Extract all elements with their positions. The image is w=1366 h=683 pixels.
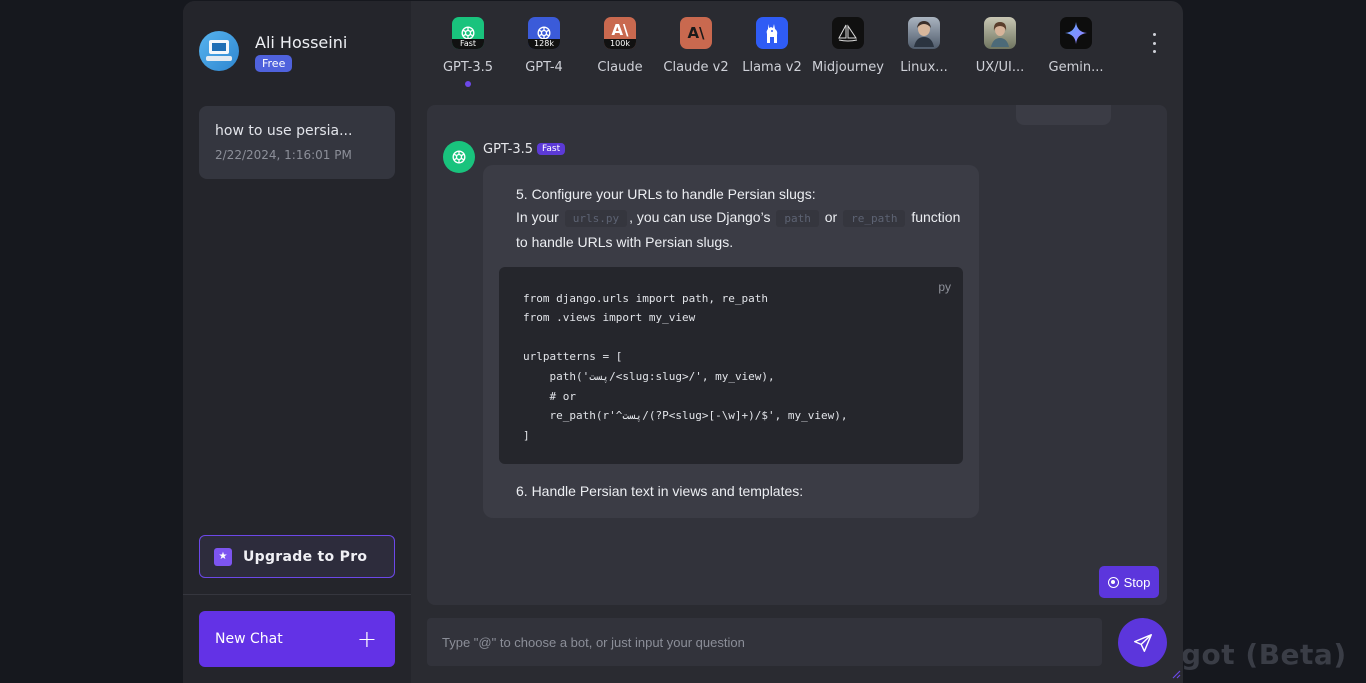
- bot-label: GPT-4: [525, 60, 563, 75]
- chat-history-title: how to use persia...: [215, 123, 353, 139]
- send-icon: [1133, 633, 1152, 652]
- stop-icon: [1107, 576, 1119, 588]
- stop-label: Stop: [1123, 574, 1151, 590]
- app-window: Ali Hosseini Free how to use persia... 2…: [183, 1, 1183, 683]
- bot-label: GPT-3.5: [442, 60, 494, 75]
- bot-selector-bar: Fast GPT-3.5 128k GPT-4 A\ 100k Claude A…: [428, 17, 1128, 97]
- chat-panel: GPT-3.5 Fast 5. Configure your URLs to h…: [427, 105, 1167, 605]
- code-line: from .views import my_view: [523, 311, 696, 324]
- bot-claude[interactable]: A\ 100k Claude: [580, 17, 660, 75]
- sparkle-icon: [1060, 17, 1092, 49]
- openai-icon: [443, 141, 475, 173]
- inline-code: path: [776, 210, 819, 227]
- upgrade-label: Upgrade to Pro: [243, 548, 368, 565]
- more-options-icon[interactable]: [1150, 33, 1158, 53]
- bot-ux-ui[interactable]: UX/UI...: [960, 17, 1040, 75]
- code-line: re_path(r'^پست/(?P<slug>[-\w]+)/$', my_v…: [523, 409, 848, 422]
- openai-icon: Fast: [452, 17, 484, 49]
- bot-llama-v2[interactable]: Llama v2: [732, 17, 812, 75]
- message-line: In your urls.py, you can use Django’s pa…: [516, 209, 960, 227]
- bot-tag: Fast: [452, 39, 484, 49]
- new-chat-label: New Chat: [215, 631, 283, 647]
- bookmark-star-icon: ★: [214, 547, 232, 566]
- portrait-icon: [984, 17, 1016, 49]
- active-indicator: [465, 81, 471, 87]
- send-button[interactable]: [1118, 618, 1167, 667]
- anthropic-icon: A\ 100k: [604, 17, 636, 49]
- code-line: from django.urls import path, re_path: [523, 292, 769, 305]
- bot-midjourney[interactable]: Midjourney: [808, 17, 888, 75]
- user-profile[interactable]: Ali Hosseini Free: [199, 31, 347, 72]
- bot-label: Claude: [597, 60, 643, 75]
- openai-icon: 128k: [528, 17, 560, 49]
- new-chat-button[interactable]: New Chat +: [199, 611, 395, 667]
- bot-gemini[interactable]: Gemin...: [1036, 17, 1116, 75]
- previous-message-bubble: [1016, 105, 1111, 125]
- step5-heading: 5. Configure your URLs to handle Persian…: [516, 186, 816, 202]
- bot-label: Linux...: [900, 60, 948, 75]
- message-text: , you can use Django’s: [629, 209, 771, 225]
- chat-history-date: 2/22/2024, 1:16:01 PM: [215, 148, 352, 162]
- sidebar-divider: [183, 594, 411, 595]
- message-bubble: 5. Configure your URLs to handle Persian…: [483, 165, 979, 518]
- code-line: # or: [523, 390, 576, 403]
- inline-code: urls.py: [564, 210, 628, 227]
- chat-input[interactable]: [427, 618, 1102, 666]
- code-line: path('پست/<slug:slug>/', my_view),: [523, 370, 775, 383]
- message-text: function: [911, 209, 961, 225]
- message-bot-badge: Fast: [537, 143, 566, 155]
- user-name: Ali Hosseini: [255, 33, 348, 52]
- code-block: py from django.urls import path, re_path…: [499, 267, 963, 464]
- chat-history-item[interactable]: how to use persia... 2/22/2024, 1:16:01 …: [199, 106, 395, 179]
- anthropic-icon: A\: [680, 17, 712, 49]
- bot-label: Claude v2: [663, 60, 729, 75]
- bot-label: Midjourney: [812, 60, 884, 75]
- plus-icon: +: [356, 625, 377, 653]
- code-line: urlpatterns = [: [523, 350, 623, 363]
- sailboat-icon: [832, 17, 864, 49]
- upgrade-button[interactable]: ★ Upgrade to Pro: [199, 535, 395, 578]
- plan-badge: Free: [255, 55, 293, 72]
- step6-heading: 6. Handle Persian text in views and temp…: [516, 483, 804, 499]
- portrait-icon: [908, 17, 940, 49]
- message-bot-name: GPT-3.5: [483, 141, 534, 157]
- bot-label: Llama v2: [742, 60, 802, 75]
- bot-tag: 100k: [604, 39, 636, 49]
- app-watermark: got (Beta): [1181, 638, 1347, 671]
- avatar: [199, 31, 239, 71]
- message-text: or: [824, 209, 838, 225]
- resize-handle-icon[interactable]: [1171, 669, 1181, 679]
- bot-claude-v2[interactable]: A\ Claude v2: [656, 17, 736, 75]
- inline-code: re_path: [843, 210, 906, 227]
- bot-gpt-4[interactable]: 128k GPT-4: [504, 17, 584, 75]
- bot-label: UX/UI...: [975, 60, 1025, 75]
- bot-linux[interactable]: Linux...: [884, 17, 964, 75]
- bot-tag: 128k: [528, 39, 560, 49]
- message-text: In your: [516, 209, 559, 225]
- message-line: to handle URLs with Persian slugs.: [516, 234, 734, 250]
- bot-label: Gemin...: [1048, 60, 1104, 75]
- bot-gpt-3-5[interactable]: Fast GPT-3.5: [428, 17, 508, 87]
- code-language: py: [938, 280, 951, 294]
- sidebar: Ali Hosseini Free how to use persia... 2…: [183, 1, 411, 683]
- stop-button[interactable]: Stop: [1099, 566, 1159, 598]
- code-line: ]: [523, 429, 530, 442]
- llama-icon: [756, 17, 788, 49]
